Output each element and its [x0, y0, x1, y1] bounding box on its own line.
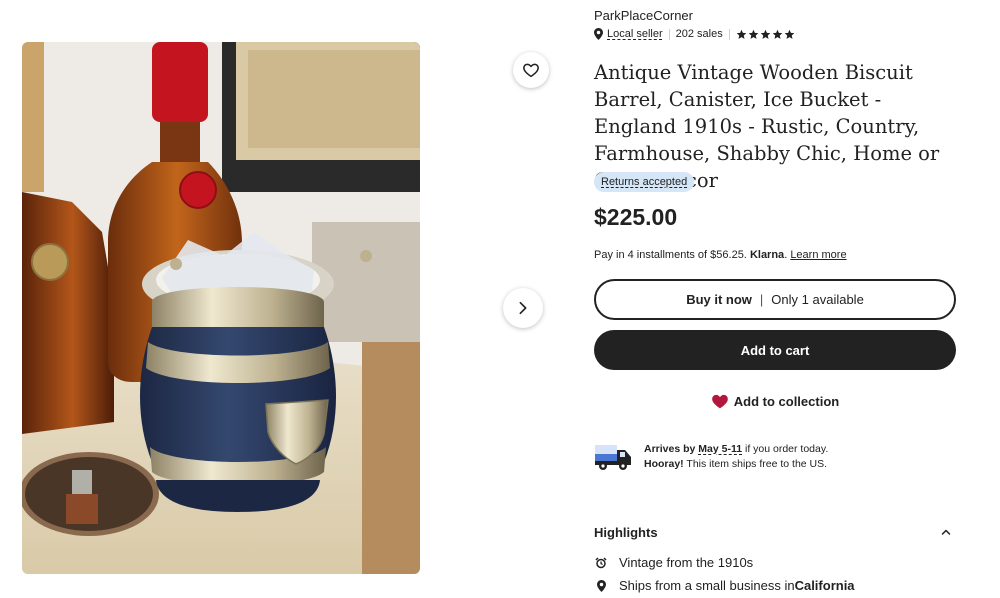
availability-label: Only 1 available: [771, 292, 864, 307]
seller-info-row: Local seller 202 sales: [594, 28, 795, 40]
highlight-ships-from: Ships from a small business in Californi…: [594, 578, 855, 593]
local-seller-link[interactable]: Local seller: [607, 28, 663, 40]
highlight-vintage: Vintage from the 1910s: [594, 555, 753, 570]
klarna-installments: Pay in 4 installments of $56.25. Klarna.…: [594, 249, 847, 261]
klarna-text: Pay in 4 installments of $56.25.: [594, 249, 750, 261]
add-to-cart-button[interactable]: Add to cart: [594, 330, 956, 370]
star-icon: [784, 29, 795, 39]
highlights-toggle[interactable]: Highlights: [594, 523, 956, 541]
arrival-suffix: if you order today.: [742, 443, 829, 455]
shipping-info: Arrives by May 5-11 if you order today. …: [594, 442, 828, 472]
shipping-text: Arrives by May 5-11 if you order today. …: [644, 442, 828, 472]
buy-it-now-button[interactable]: Buy it now | Only 1 available: [594, 279, 956, 320]
buy-it-now-label: Buy it now: [686, 292, 752, 307]
alarm-clock-icon: [594, 556, 608, 569]
learn-more-link[interactable]: Learn more: [790, 249, 846, 261]
star-icon: [736, 29, 747, 39]
arrival-date[interactable]: May 5-11: [698, 443, 742, 455]
add-to-collection-label: Add to collection: [733, 393, 840, 409]
favorite-button[interactable]: [513, 52, 549, 88]
add-to-collection-button[interactable]: Add to collection: [594, 390, 956, 412]
star-icon: [772, 29, 783, 39]
divider: [668, 28, 670, 40]
product-image[interactable]: [22, 42, 420, 574]
hooray-label: Hooray!: [644, 458, 684, 470]
ships-from-location: California: [794, 578, 855, 593]
sales-count: 202 sales: [675, 28, 723, 40]
next-image-button[interactable]: [503, 288, 543, 328]
heart-outline-icon: [522, 61, 540, 79]
location-pin-icon: [594, 28, 603, 40]
free-shipping-note: Hooray! This item ships free to the US.: [644, 457, 828, 472]
divider: [728, 28, 730, 40]
shop-name-link[interactable]: ParkPlaceCorner: [594, 8, 693, 23]
arrival-estimate: Arrives by May 5-11 if you order today.: [644, 442, 828, 457]
star-icon: [760, 29, 771, 39]
heart-filled-icon: [711, 393, 729, 409]
ships-from-text: Ships from a small business in: [619, 578, 795, 593]
star-rating[interactable]: [736, 29, 795, 40]
free-shipping-text: This item ships free to the US.: [683, 458, 828, 470]
highlight-vintage-text: Vintage from the 1910s: [619, 555, 754, 570]
returns-accepted-badge[interactable]: Returns accepted: [594, 172, 695, 192]
price: $225.00: [594, 204, 678, 230]
klarna-brand: Klarna: [749, 249, 785, 261]
product-photo-art: [22, 42, 420, 574]
chevron-up-icon: [940, 526, 952, 538]
button-separator: |: [759, 292, 764, 307]
location-pin-icon: [594, 579, 608, 592]
highlights-title: Highlights: [594, 524, 658, 540]
arrives-label: Arrives by: [644, 443, 699, 455]
chevron-right-icon: [515, 300, 531, 316]
star-icon: [748, 29, 759, 39]
delivery-truck-icon: [594, 442, 634, 472]
